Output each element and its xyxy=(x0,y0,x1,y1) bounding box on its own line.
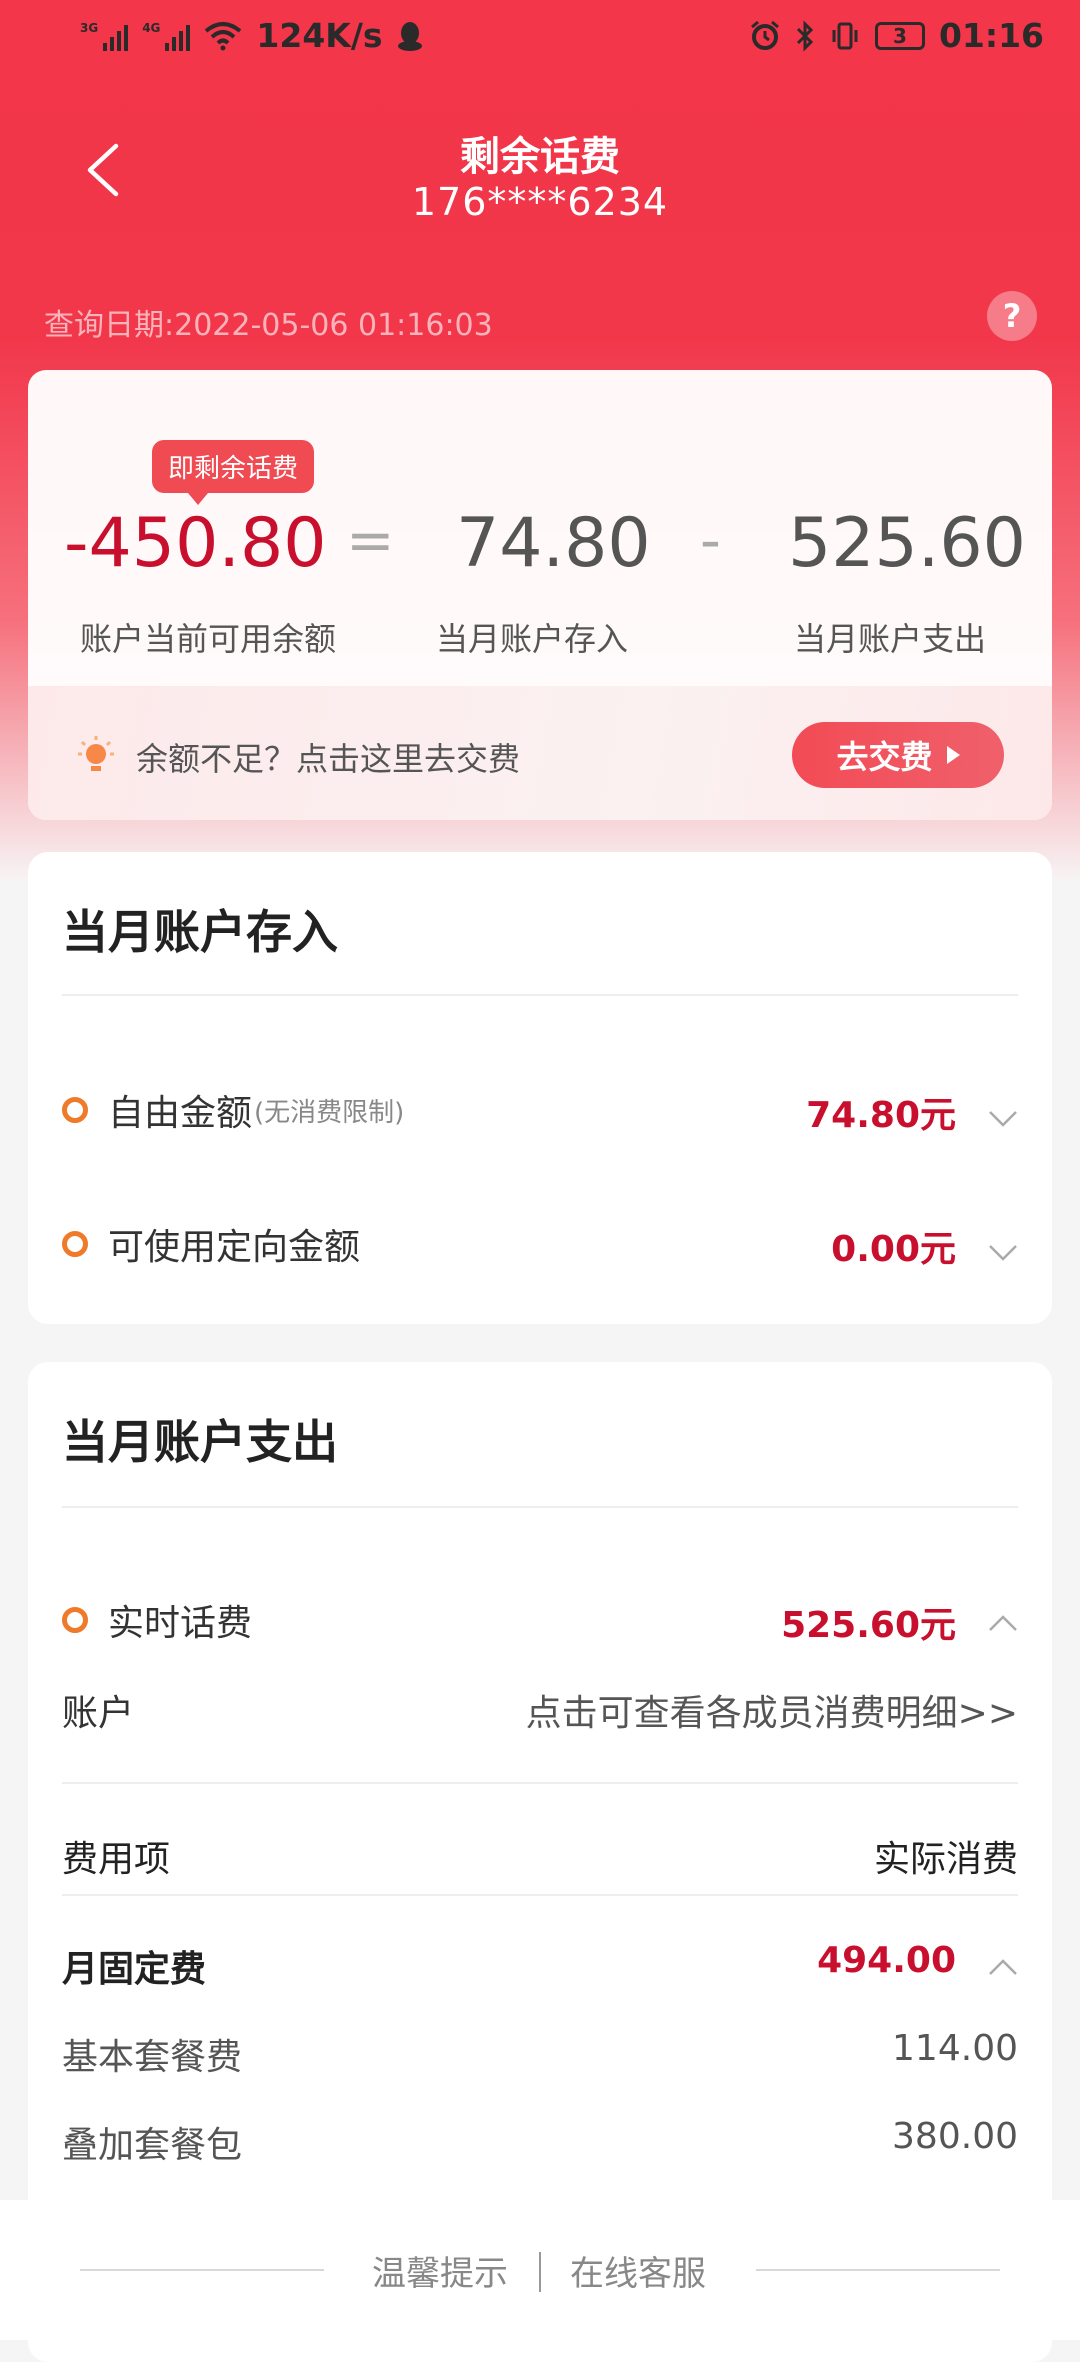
basic-package-value: 114.00 xyxy=(892,2028,1018,2069)
chevron-up-icon[interactable] xyxy=(988,1614,1018,1632)
footer: 温馨提示 在线客服 xyxy=(0,2200,1080,2340)
free-amount-value: 74.80元 xyxy=(806,1095,956,1136)
tip-text: 余额不足？点击这里去交费 xyxy=(136,740,521,778)
signal-icon-2: 4G xyxy=(142,20,191,51)
directed-amount-text: 可使用定向金额 xyxy=(108,1227,361,1268)
income-value: 74.80 xyxy=(456,504,651,583)
minus-sign: - xyxy=(700,506,721,574)
vibrate-icon xyxy=(832,22,858,49)
income-card: 当月账户存入 自由金额 (无消费限制) 74.80元 可使用定向金额 0.00元 xyxy=(28,852,1052,1324)
expense-section-title: 当月账户支出 xyxy=(62,1415,338,1469)
actual-cost-header: 实际消费 xyxy=(873,1839,1018,1880)
clock: 01:16 xyxy=(938,16,1044,55)
pay-button[interactable]: 去交费 xyxy=(792,722,1004,788)
fee-item-header: 费用项 xyxy=(62,1839,171,1880)
monthly-fixed-fee-label: 月固定费 xyxy=(62,1949,207,1990)
realtime-fee-text: 实时话费 xyxy=(108,1603,253,1644)
addon-package-value: 380.00 xyxy=(892,2116,1018,2157)
member-detail-link[interactable]: 点击可查看各成员消费明细>> xyxy=(526,1684,1018,1736)
footer-separator xyxy=(539,2252,541,2292)
equals-sign: = xyxy=(346,506,395,574)
phone-number: 176****6234 xyxy=(411,180,669,224)
free-amount-note: (无消费限制) xyxy=(254,1097,405,1128)
low-balance-tip[interactable]: 余额不足？点击这里去交费 去交费 xyxy=(28,686,1052,820)
play-arrow-icon xyxy=(946,746,960,764)
lightbulb-icon xyxy=(78,736,114,771)
chevron-down-icon[interactable] xyxy=(988,1244,1018,1262)
network-speed: 124K/s xyxy=(256,16,383,55)
divider xyxy=(62,994,1018,996)
network-type-2: 4G xyxy=(142,20,161,35)
warm-tips-link[interactable]: 温馨提示 xyxy=(372,2246,508,2295)
remaining-tag: 即剩余话费 xyxy=(152,440,315,505)
bluetooth-icon xyxy=(796,19,814,52)
footer-line-right xyxy=(756,2269,1000,2271)
account-label: 账户 xyxy=(62,1693,135,1734)
alarm-icon xyxy=(750,20,779,50)
qq-icon xyxy=(397,21,422,51)
query-date: 查询日期:2022-05-06 01:16:03 xyxy=(44,308,493,343)
basic-package-label: 基本套餐费 xyxy=(62,2037,243,2078)
balance-label: 账户当前可用余额 xyxy=(80,620,337,658)
balance-summary-card: 即剩余话费 -450.80 = 74.80 - 525.60 账户当前可用余额 … xyxy=(28,370,1052,820)
realtime-fee-value: 525.60元 xyxy=(781,1605,956,1646)
bullet-icon xyxy=(62,1231,88,1257)
network-type-1: 3G xyxy=(80,20,99,35)
wifi-icon xyxy=(205,21,242,50)
free-amount-text: 自由金额 xyxy=(108,1093,253,1134)
signal-icon: 3G xyxy=(80,20,129,51)
directed-amount-label: 可使用定向金额 xyxy=(62,1218,360,1270)
free-amount-label: 自由金额 (无消费限制) xyxy=(62,1084,404,1136)
balance-value: -450.80 xyxy=(64,504,327,583)
divider xyxy=(62,1782,1018,1784)
page-title: 剩余话费 xyxy=(460,134,620,180)
realtime-fee-label: 实时话费 xyxy=(62,1594,252,1646)
income-section-title: 当月账户存入 xyxy=(62,905,338,959)
income-label: 当月账户存入 xyxy=(436,620,629,658)
battery-icon: 3 xyxy=(874,21,925,50)
expense-label: 当月账户支出 xyxy=(794,620,987,658)
divider xyxy=(62,1894,1018,1896)
pay-button-label: 去交费 xyxy=(836,738,933,776)
expense-value: 525.60 xyxy=(788,504,1026,583)
divider xyxy=(62,1506,1018,1508)
status-bar: 3G 4G 124K/s 3 01:16 xyxy=(0,0,1080,78)
monthly-fixed-fee-value: 494.00 xyxy=(817,1940,956,1981)
bullet-icon xyxy=(62,1097,88,1123)
addon-package-label: 叠加套餐包 xyxy=(62,2125,243,2166)
chevron-up-icon[interactable] xyxy=(988,1958,1018,1976)
bullet-icon xyxy=(62,1607,88,1633)
help-icon[interactable]: ? xyxy=(987,291,1037,341)
directed-amount-value: 0.00元 xyxy=(831,1229,956,1270)
footer-line-left xyxy=(80,2269,324,2271)
online-service-link[interactable]: 在线客服 xyxy=(570,2246,706,2295)
chevron-down-icon[interactable] xyxy=(988,1110,1018,1128)
